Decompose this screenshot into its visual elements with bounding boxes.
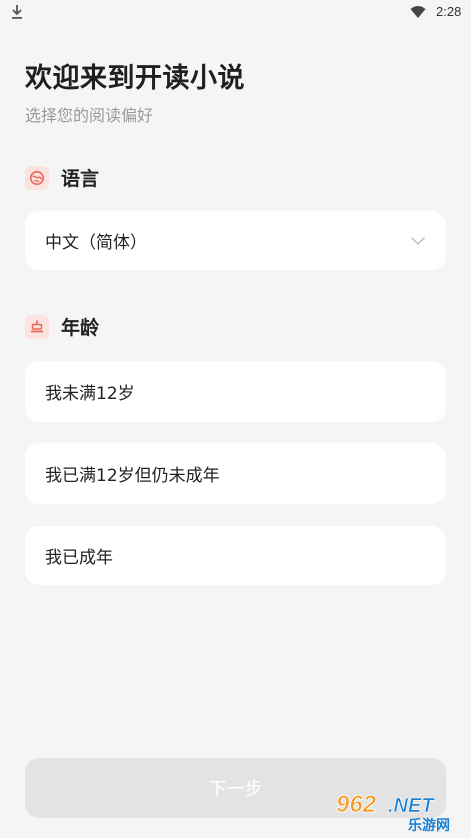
- age-option-under-12[interactable]: 我未满12岁: [25, 361, 446, 422]
- age-option-label: 我未满12岁: [45, 384, 135, 404]
- language-selected-value: 中文（简体）: [45, 233, 147, 253]
- age-option-12-to-minor[interactable]: 我已满12岁但仍未成年: [25, 443, 446, 504]
- svg-text:乐游网: 乐游网: [408, 817, 450, 834]
- age-section-heading: 年龄: [25, 313, 99, 340]
- status-bar: 2:28: [0, 0, 471, 26]
- download-icon: [12, 5, 22, 19]
- age-option-adult[interactable]: 我已成年: [25, 526, 446, 585]
- svg-text:962: 962: [336, 791, 377, 818]
- cake-icon: [25, 314, 49, 339]
- age-label: 年龄: [61, 317, 100, 339]
- language-label: 语言: [61, 168, 100, 190]
- language-section-heading: 语言: [25, 164, 99, 191]
- svg-text:.NET: .NET: [388, 795, 435, 817]
- age-option-label: 我已成年: [45, 548, 113, 568]
- page-title: 欢迎来到开读小说: [25, 63, 245, 94]
- age-option-label: 我已满12岁但仍未成年: [45, 466, 220, 486]
- wifi-icon: [410, 6, 426, 18]
- globe-icon: [25, 165, 49, 190]
- language-select[interactable]: 中文（简体）: [25, 211, 446, 270]
- page-subtitle: 选择您的阅读偏好: [25, 106, 154, 125]
- chevron-down-icon: [410, 236, 426, 245]
- watermark-logo: 962 .NET 乐游网: [336, 791, 450, 834]
- status-time: 2:28: [436, 4, 462, 19]
